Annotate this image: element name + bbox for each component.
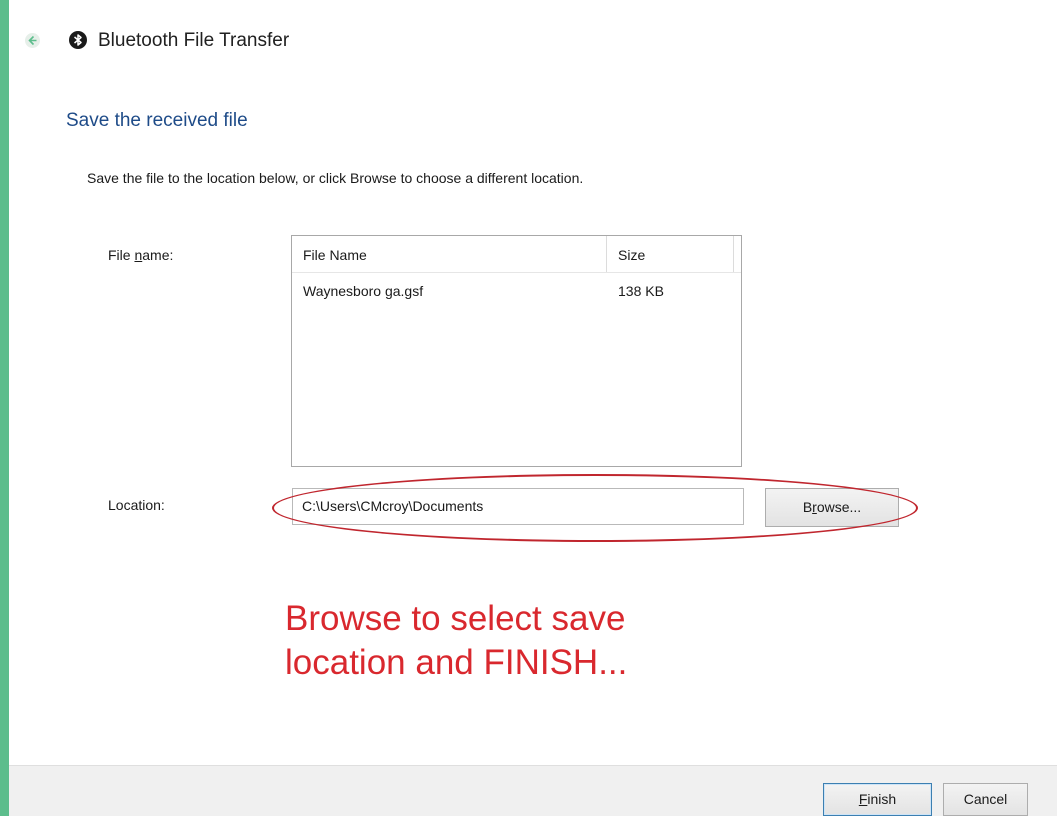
annotation-text: Browse to select save location and FINIS… <box>285 597 627 685</box>
column-divider[interactable] <box>733 236 734 272</box>
bluetooth-icon <box>69 31 87 49</box>
location-field[interactable]: C:\Users\CMcroy\Documents <box>292 488 744 525</box>
file-name-label: File name: <box>108 247 174 263</box>
file-name-cell: Waynesboro ga.gsf <box>303 283 424 299</box>
column-header-size[interactable]: Size <box>618 247 645 263</box>
cancel-button[interactable]: Cancel <box>943 783 1028 816</box>
list-item[interactable]: Waynesboro ga.gsf 138 KB <box>292 280 741 304</box>
back-arrow-icon <box>28 35 37 46</box>
annotation-line-2: location and FINISH... <box>285 643 628 682</box>
column-divider[interactable] <box>606 236 607 272</box>
file-list-header: File Name Size <box>292 236 741 273</box>
file-size-cell: 138 KB <box>618 283 664 299</box>
location-label: Location: <box>108 497 165 513</box>
browse-button[interactable]: Browse... <box>765 488 899 527</box>
finish-button[interactable]: Finish <box>823 783 932 816</box>
annotation-line-1: Browse to select save <box>285 599 626 638</box>
window-title: Bluetooth File Transfer <box>98 30 290 51</box>
file-list[interactable]: File Name Size Waynesboro ga.gsf 138 KB <box>291 235 742 467</box>
back-button[interactable] <box>25 33 40 48</box>
instruction-text: Save the file to the location below, or … <box>87 170 584 186</box>
page-heading: Save the received file <box>66 110 248 131</box>
column-header-file-name[interactable]: File Name <box>303 247 367 263</box>
